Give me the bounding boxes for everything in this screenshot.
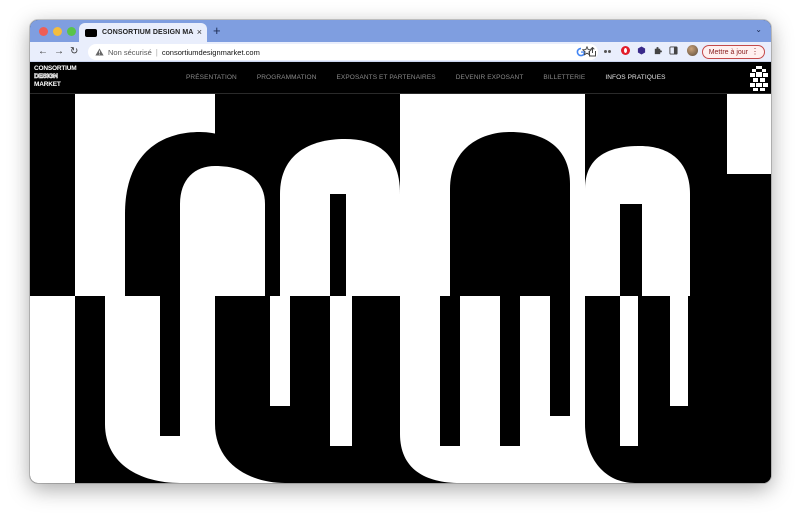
address-bar[interactable]: Non sécurisé | consortiumdesignmarket.co… <box>88 44 598 60</box>
browser-window: CONSORTIUM DESIGN MARKET × + ⌄ ← → ↻ Non… <box>30 20 771 483</box>
site-header: CONSORTIUM DESIGN MARKET PRÉSENTATION PR… <box>30 62 771 94</box>
tab-close-icon[interactable]: × <box>197 28 202 37</box>
back-button[interactable]: ← <box>38 45 48 58</box>
sidepanel-icon[interactable] <box>669 46 678 55</box>
minimize-window-button[interactable] <box>53 27 62 36</box>
logo-line-3: MARKET <box>34 81 61 88</box>
hero-checkerboard-art <box>30 94 771 483</box>
browser-toolbar: ← → ↻ Non sécurisé | consortiumdesignmar… <box>30 42 771 62</box>
warning-triangle-icon[interactable] <box>95 48 104 56</box>
update-button-label: Mettre à jour <box>708 48 748 56</box>
menu-item-exposants[interactable]: EXPOSANTS ET PARTENAIRES <box>337 74 436 81</box>
menu-item-billetterie[interactable]: BILLETTERIE <box>543 74 585 81</box>
browser-menu-icon[interactable]: ⋮ <box>751 47 759 56</box>
close-window-button[interactable] <box>39 27 48 36</box>
browser-tab[interactable]: CONSORTIUM DESIGN MARKET × <box>79 23 207 42</box>
puzzle-icon[interactable] <box>653 46 662 55</box>
menu-item-infos-pratiques[interactable]: INFOS PRATIQUES <box>605 74 665 81</box>
forward-button[interactable]: → <box>54 45 64 58</box>
extension-hex-icon[interactable] <box>637 46 646 55</box>
favicon-icon <box>85 28 97 37</box>
new-tab-button[interactable]: + <box>213 23 221 39</box>
menu-item-presentation[interactable]: PRÉSENTATION <box>186 74 237 81</box>
site-logo[interactable]: CONSORTIUM DESIGN MARKET <box>34 65 77 89</box>
tab-title: CONSORTIUM DESIGN MARKET <box>102 29 194 36</box>
bookmark-star-icon[interactable] <box>582 46 592 56</box>
bullet-icon[interactable] <box>604 50 614 54</box>
address-separator: | <box>155 47 158 57</box>
update-button[interactable]: Mettre à jour ⋮ <box>701 45 765 59</box>
tab-bar: CONSORTIUM DESIGN MARKET × + ⌄ <box>30 20 771 42</box>
logo-line-2: DESIGN <box>34 73 59 81</box>
main-menu: PRÉSENTATION PROGRAMMATION EXPOSANTS ET … <box>186 74 666 81</box>
maximize-window-button[interactable] <box>67 27 76 36</box>
profile-avatar[interactable] <box>687 45 698 56</box>
url-text[interactable]: consortiumdesignmarket.com <box>162 48 260 57</box>
logo-line-1: CONSORTIUM <box>34 65 77 72</box>
tab-search-icon[interactable]: ⌄ <box>755 25 762 34</box>
opera-icon[interactable] <box>621 46 630 55</box>
menu-item-devenir-exposant[interactable]: DEVENIR EXPOSANT <box>456 74 524 81</box>
emblem-logo[interactable] <box>750 65 768 92</box>
website-content: CONSORTIUM DESIGN MARKET PRÉSENTATION PR… <box>30 62 771 483</box>
reload-button[interactable]: ↻ <box>70 45 78 58</box>
menu-item-programmation[interactable]: PROGRAMMATION <box>257 74 317 81</box>
security-label[interactable]: Non sécurisé <box>108 48 152 57</box>
